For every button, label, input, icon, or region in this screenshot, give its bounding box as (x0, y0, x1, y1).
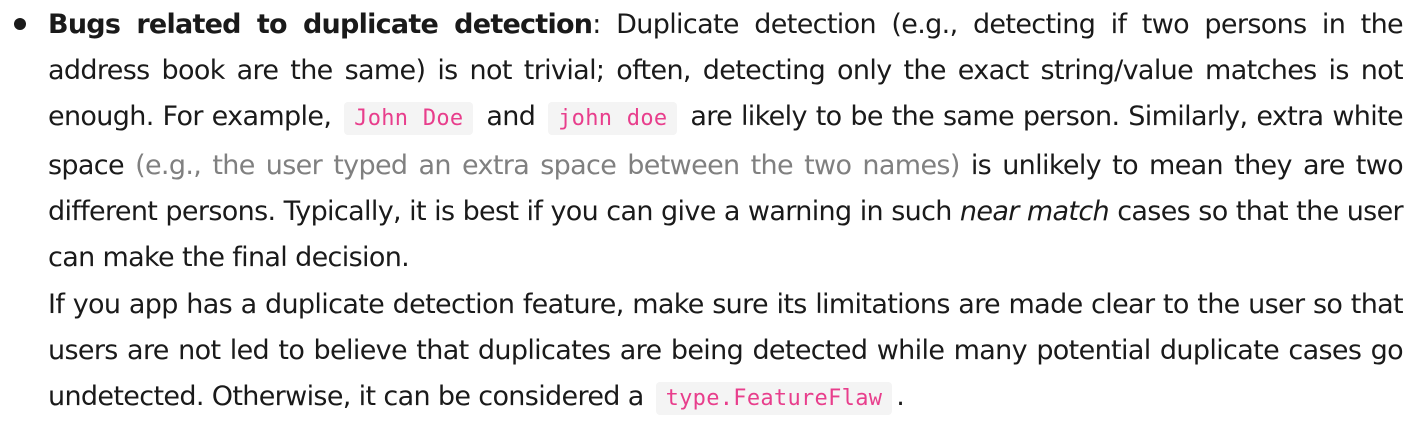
inline-code-label: type.FeatureFlaw (655, 382, 893, 416)
emphasis-text: near match (959, 195, 1110, 227)
item-heading: Bugs related to duplicate detection (48, 9, 593, 40)
list-item-paragraph: Bugs related to duplicate detection: Dup… (48, 2, 1404, 281)
inline-code-john-doe-lowercase: john doe (548, 102, 678, 136)
followup-paragraph: If you app has a duplicate detection fea… (48, 282, 1404, 423)
paragraph-text: and (477, 101, 545, 133)
bullet-icon (14, 18, 26, 30)
heading-colon: : (592, 9, 601, 40)
muted-aside-text: (e.g., the user typed an extra space bet… (135, 149, 960, 181)
inline-code-john-doe: John Doe (344, 102, 474, 136)
paragraph-end: . (896, 381, 905, 413)
document-body: Bugs related to duplicate detection: Dup… (0, 0, 1416, 423)
